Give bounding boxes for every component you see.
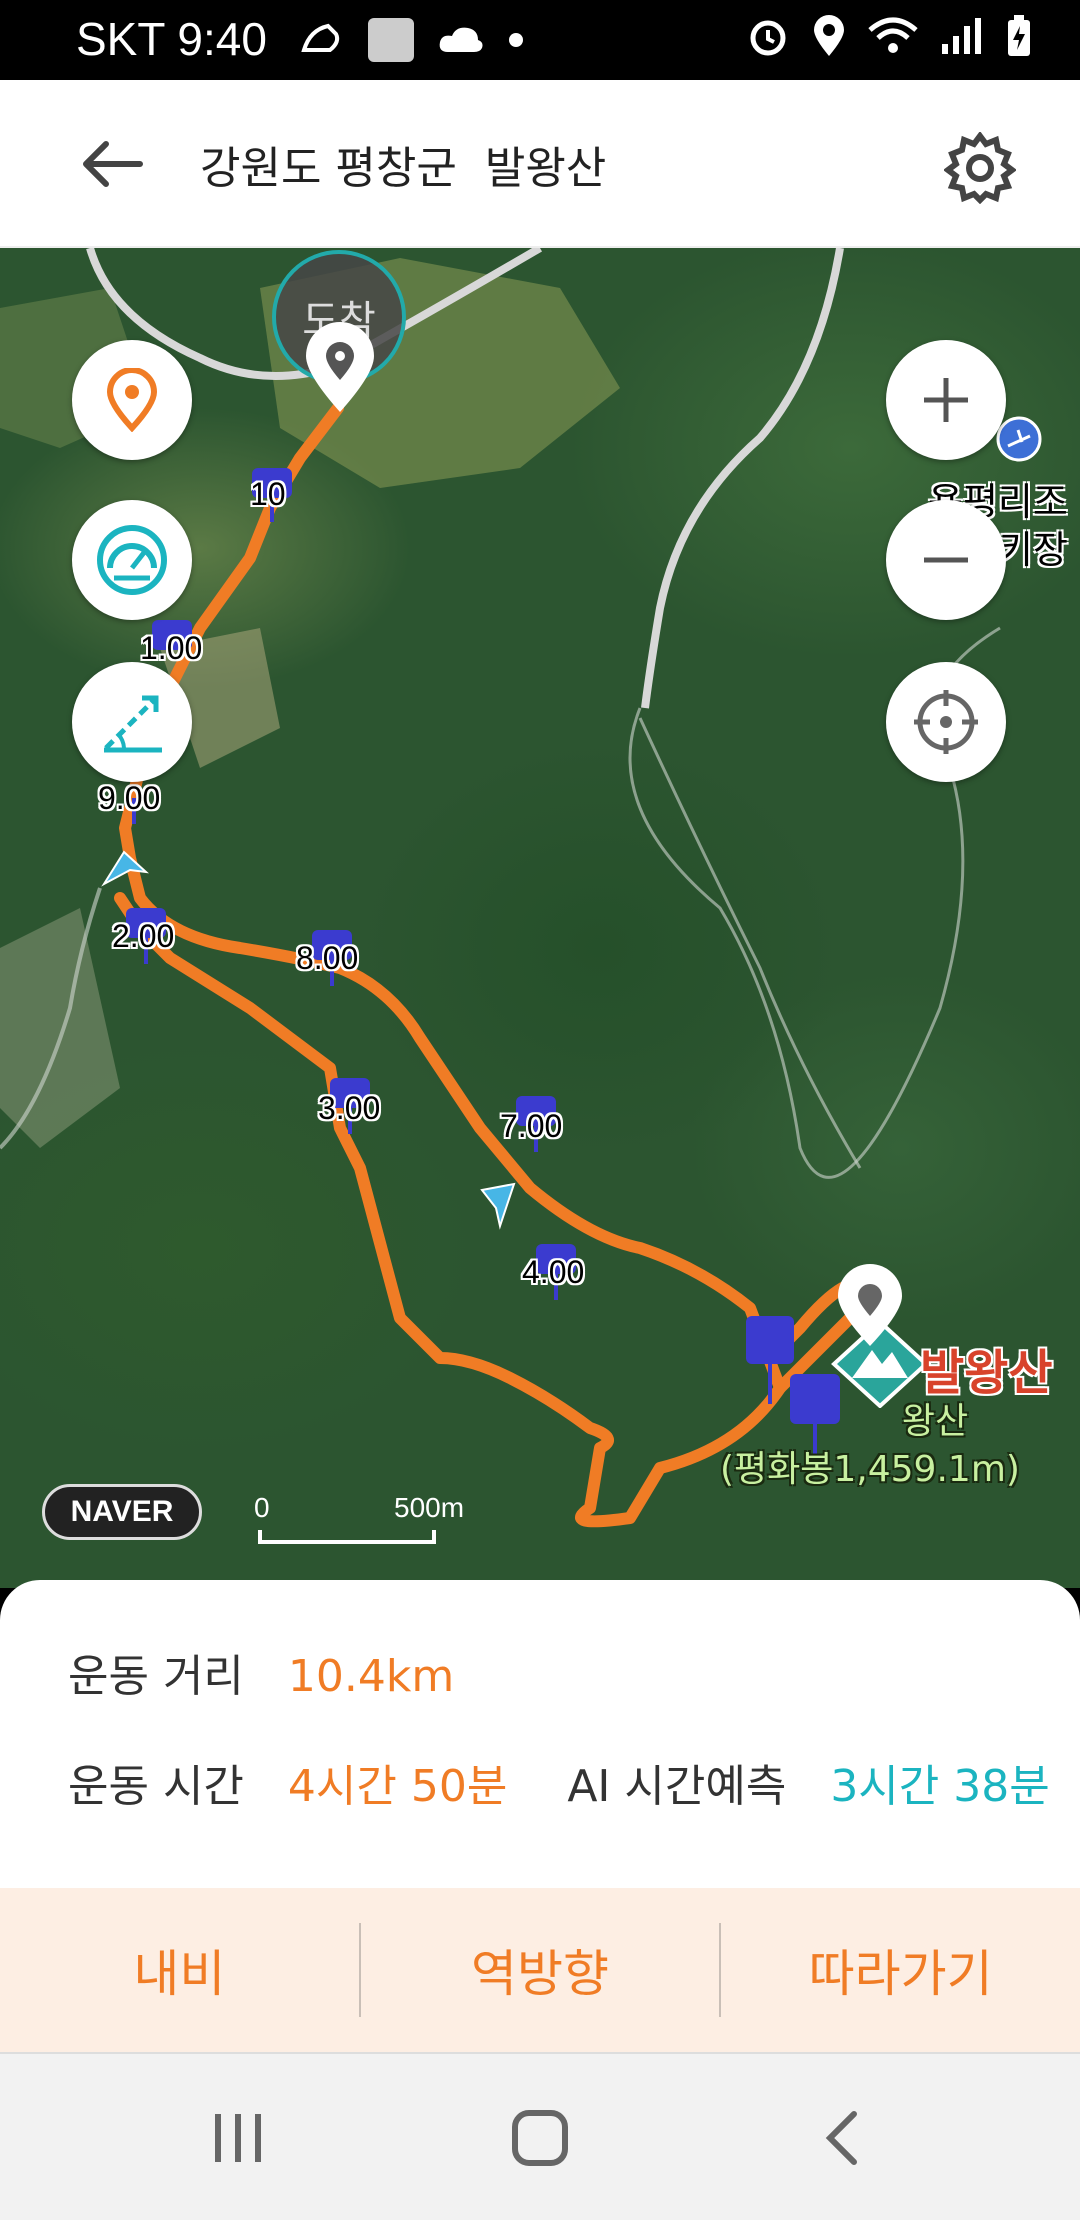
reverse-button[interactable]: 역방향 [361, 1888, 720, 2052]
summit-sub-line1: 왕산 [901, 1401, 969, 1442]
km-marker-8[interactable]: 8.00 [296, 940, 358, 977]
status-left-icons [300, 16, 526, 68]
ski-resort-icon [996, 416, 1042, 462]
status-right-icons [746, 14, 1032, 62]
location-marker-button[interactable] [72, 340, 192, 460]
km-marker-4[interactable]: 4.00 [522, 1254, 584, 1291]
signal-icon [940, 16, 984, 60]
arrow-left-icon [83, 141, 143, 187]
system-back-button[interactable] [782, 2098, 902, 2178]
navi-button[interactable]: 내비 [0, 1888, 359, 2052]
distance-value: 10.4km [287, 1651, 455, 1702]
scale-length-label: 500m [394, 1492, 465, 1523]
dot-icon [506, 30, 526, 54]
direction-arrow-icon [480, 1182, 516, 1230]
chevron-left-icon [825, 2111, 857, 2165]
summit-name-label: 발왕산 [920, 1345, 1053, 1401]
recent-apps-icon [215, 2114, 261, 2162]
info-panel: 운동 거리 10.4km 운동 시간 4시간 50분 AI 시간예측 3시간 3… [0, 1580, 1080, 1890]
km-marker-3[interactable]: 3.00 [318, 1090, 380, 1127]
gear-icon [944, 132, 1016, 204]
direction-arrow-icon [101, 850, 150, 887]
ai-time-value: 3시간 38분 [830, 1761, 1050, 1812]
ai-time-label: AI 시간예측 [567, 1761, 787, 1812]
scale-bar [258, 1530, 436, 1544]
summit-sub-line2: (평화봉1,459.1m) [720, 1449, 1020, 1490]
summit-sub-label: 왕산 (평화봉1,459.1m) [720, 1398, 1020, 1494]
zoom-out-button[interactable] [886, 500, 1006, 620]
summit-pin-icon [838, 1264, 902, 1346]
cloud-icon [438, 24, 484, 60]
time-row: 운동 시간 4시간 50분 AI 시간예측 3시간 38분 [68, 1750, 1050, 1814]
distance-label: 운동 거리 [68, 1651, 244, 1702]
speedometer-icon [97, 525, 167, 595]
home-icon [512, 2110, 568, 2166]
km-marker-1[interactable]: 1.00 [140, 630, 202, 667]
alarm-icon [746, 14, 790, 62]
action-bar: 내비 역방향 따라가기 [0, 1888, 1080, 2052]
km-marker-7[interactable]: 7.00 [500, 1108, 562, 1145]
gallery-icon [366, 16, 416, 68]
minus-icon [924, 557, 968, 563]
back-button[interactable] [72, 128, 152, 200]
distance-row: 운동 거리 10.4km [68, 1640, 454, 1704]
zoom-in-button[interactable] [886, 340, 1006, 460]
plus-icon [924, 378, 968, 422]
settings-button[interactable] [940, 128, 1020, 208]
elevation-button[interactable] [72, 662, 192, 782]
crosshair-icon [914, 690, 978, 754]
km-marker-9[interactable]: 9.00 [98, 780, 160, 817]
naver-logo: NAVER [42, 1484, 202, 1540]
location-icon [812, 14, 846, 62]
status-bar: SKT 9:40 [0, 0, 1080, 80]
page-title: 강원도 평창군 발왕산 [200, 143, 607, 194]
follow-button[interactable]: 따라가기 [721, 1888, 1080, 2052]
carrier-time: SKT 9:40 [76, 13, 267, 65]
scale-start-label: 0 [254, 1492, 270, 1523]
time-value: 4시간 50분 [287, 1761, 508, 1812]
system-nav-bar [0, 2052, 1080, 2220]
elevation-icon [104, 695, 162, 753]
location-pin-icon [106, 368, 158, 432]
time-label: 운동 시간 [68, 1761, 244, 1812]
map-view[interactable]: 도착 10 1.00 9.00 2.00 8.00 3.00 7.00 4.00 [0, 248, 1080, 1588]
waypoint-marker[interactable] [746, 1316, 794, 1364]
speedometer-button[interactable] [72, 500, 192, 620]
app-header: 강원도 평창군 발왕산 [0, 80, 1080, 248]
shoe-icon [300, 20, 344, 64]
battery-icon [1006, 14, 1032, 62]
home-button[interactable] [480, 2098, 600, 2178]
km-marker-10[interactable]: 10 [250, 476, 286, 513]
map-pin-icon [306, 322, 374, 412]
recent-apps-button[interactable] [178, 2098, 298, 2178]
my-location-button[interactable] [886, 662, 1006, 782]
km-marker-2[interactable]: 2.00 [112, 918, 174, 955]
wifi-icon [868, 16, 918, 60]
